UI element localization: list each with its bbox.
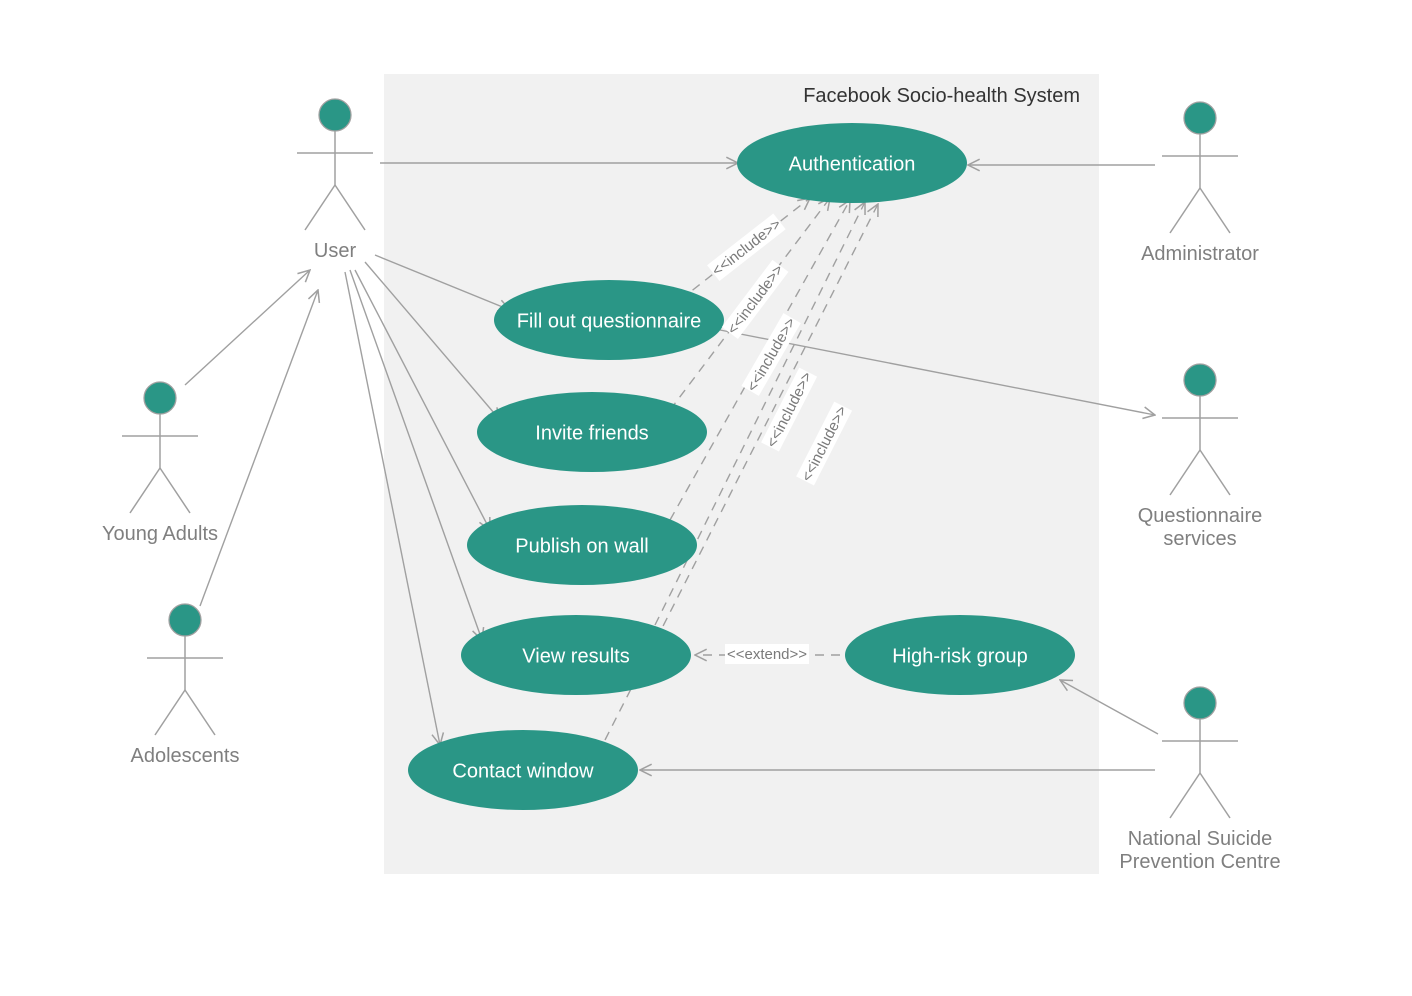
usecase-authentication: Authentication xyxy=(737,123,967,203)
actor-adolescents: Adolescents xyxy=(131,604,240,767)
actor-admin-label: Administrator xyxy=(1141,243,1259,265)
system-title: Facebook Socio-health System xyxy=(803,85,1080,107)
usecase-fill-questionnaire: Fill out questionnaire xyxy=(494,280,724,360)
svg-text:Contact window: Contact window xyxy=(452,760,594,782)
usecase-view-results: View results xyxy=(461,615,691,695)
svg-text:Fill out questionnaire: Fill out questionnaire xyxy=(517,310,702,332)
usecase-contact-window: Contact window xyxy=(408,730,638,810)
svg-text:Publish on wall: Publish on wall xyxy=(515,535,648,557)
actor-qservices-label2: services xyxy=(1163,528,1236,550)
actor-questionnaire-services: Questionnaire services xyxy=(1138,364,1263,550)
usecase-publish-wall: Publish on wall xyxy=(467,505,697,585)
label-extend: <<extend>> xyxy=(725,644,809,664)
uml-usecase-diagram: Facebook Socio-health System Authenticat… xyxy=(0,0,1412,996)
svg-text:High-risk group: High-risk group xyxy=(892,645,1028,667)
actor-nspc: National Suicide Prevention Centre xyxy=(1119,687,1280,873)
actor-nspc-label1: National Suicide xyxy=(1128,828,1273,850)
svg-text:Invite friends: Invite friends xyxy=(535,422,648,444)
usecase-high-risk-group: High-risk group xyxy=(845,615,1075,695)
generalization-adolescents-user xyxy=(200,290,318,606)
diagram-canvas: Facebook Socio-health System Authenticat… xyxy=(0,0,1412,996)
actor-user: User xyxy=(297,99,373,262)
actor-young-adults: Young Adults xyxy=(102,382,218,545)
generalization-youngadults-user xyxy=(185,270,310,385)
actor-qservices-label1: Questionnaire xyxy=(1138,505,1263,527)
svg-text:<<extend>>: <<extend>> xyxy=(727,646,807,663)
svg-text:View results: View results xyxy=(522,645,629,667)
actor-user-label: User xyxy=(314,240,357,262)
actor-young-adults-label: Young Adults xyxy=(102,523,218,545)
svg-text:Authentication: Authentication xyxy=(789,153,916,175)
actor-nspc-label2: Prevention Centre xyxy=(1119,851,1280,873)
actor-administrator: Administrator xyxy=(1141,102,1259,265)
actor-adolescents-label: Adolescents xyxy=(131,745,240,767)
usecase-invite-friends: Invite friends xyxy=(477,392,707,472)
